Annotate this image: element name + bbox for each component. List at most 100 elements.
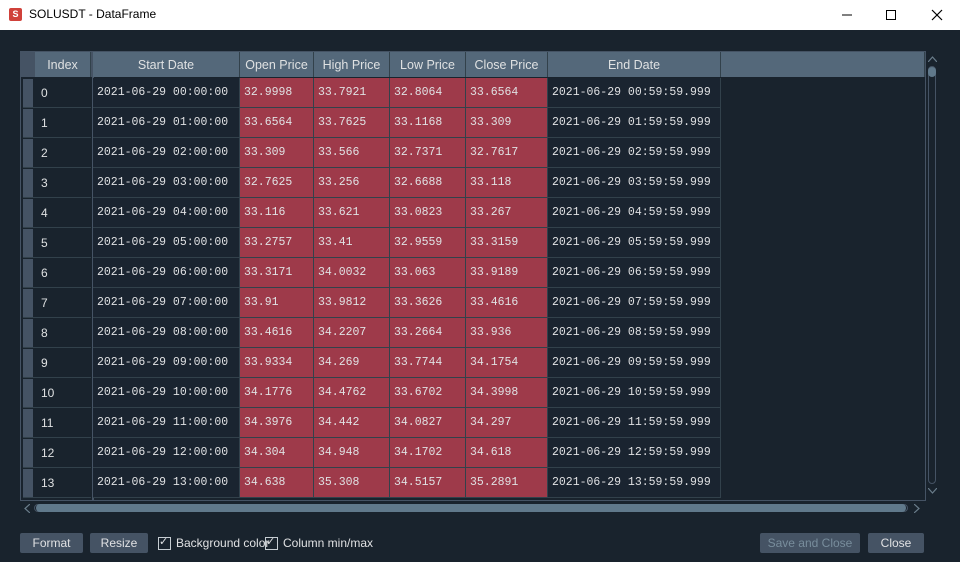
scroll-left-icon[interactable] — [24, 504, 30, 513]
vertical-scroll-track[interactable] — [928, 66, 936, 484]
table-cell[interactable]: 2021-06-29 07:59:59.999 — [548, 288, 721, 318]
row-handle[interactable] — [23, 139, 33, 167]
table-cell[interactable]: 2021-06-29 11:59:59.999 — [548, 408, 721, 438]
table-cell[interactable]: 33.267 — [466, 198, 548, 228]
table-cell[interactable]: 33.2757 — [240, 228, 314, 258]
horizontal-scroll-thumb[interactable] — [36, 504, 906, 512]
column-header[interactable]: Start Date — [93, 52, 240, 77]
table-cell[interactable]: 34.618 — [466, 438, 548, 468]
table-cell[interactable]: 32.8064 — [390, 78, 466, 108]
table-cell[interactable]: 34.269 — [314, 348, 390, 378]
horizontal-scrollbar[interactable] — [22, 501, 924, 515]
table-cell[interactable]: 2021-06-29 13:59:59.999 — [548, 468, 721, 498]
table-cell[interactable]: 34.2207 — [314, 318, 390, 348]
table-cell[interactable]: 34.442 — [314, 408, 390, 438]
table-cell[interactable]: 33.621 — [314, 198, 390, 228]
table-cell[interactable]: 2021-06-29 04:59:59.999 — [548, 198, 721, 228]
table-cell[interactable]: 33.3159 — [466, 228, 548, 258]
table-cell[interactable]: 2021-06-29 02:59:59.999 — [548, 138, 721, 168]
table-cell[interactable]: 33.7921 — [314, 78, 390, 108]
table-cell[interactable]: 2021-06-29 00:59:59.999 — [548, 78, 721, 108]
table-cell[interactable]: 34.3976 — [240, 408, 314, 438]
row-index[interactable]: 5 — [23, 228, 91, 258]
row-handle[interactable] — [23, 199, 33, 227]
row-handle[interactable] — [23, 439, 33, 467]
row-index[interactable]: 12 — [23, 438, 91, 468]
row-index[interactable]: 6 — [23, 258, 91, 288]
table-cell[interactable]: 34.304 — [240, 438, 314, 468]
format-button[interactable]: Format — [20, 533, 83, 553]
table-cell[interactable]: 34.0032 — [314, 258, 390, 288]
table-cell[interactable]: 34.1702 — [390, 438, 466, 468]
scroll-down-icon[interactable] — [928, 488, 937, 494]
table-cell[interactable]: 33.566 — [314, 138, 390, 168]
table-cell[interactable]: 33.118 — [466, 168, 548, 198]
row-handle[interactable] — [23, 229, 33, 257]
table-cell[interactable]: 34.4762 — [314, 378, 390, 408]
table-cell[interactable]: 33.063 — [390, 258, 466, 288]
row-handle[interactable] — [23, 319, 33, 347]
scroll-right-icon[interactable] — [914, 504, 920, 513]
row-index[interactable]: 9 — [23, 348, 91, 378]
table-cell[interactable]: 34.638 — [240, 468, 314, 498]
close-button[interactable]: Close — [868, 533, 924, 553]
table-cell[interactable]: 33.91 — [240, 288, 314, 318]
vertical-scroll-thumb[interactable] — [928, 67, 936, 77]
table-cell[interactable]: 33.3626 — [390, 288, 466, 318]
table-cell[interactable]: 34.1776 — [240, 378, 314, 408]
table-cell[interactable]: 2021-06-29 13:00:00 — [93, 468, 240, 498]
row-index[interactable]: 7 — [23, 288, 91, 318]
row-handle[interactable] — [23, 289, 33, 317]
table-cell[interactable]: 33.6702 — [390, 378, 466, 408]
close-window-button[interactable] — [914, 0, 960, 30]
row-handle[interactable] — [23, 79, 33, 107]
table-cell[interactable]: 33.7744 — [390, 348, 466, 378]
row-handle[interactable] — [23, 379, 33, 407]
table-cell[interactable]: 2021-06-29 05:00:00 — [93, 228, 240, 258]
row-handle[interactable] — [23, 169, 33, 197]
column-header[interactable]: Close Price — [466, 52, 548, 77]
table-cell[interactable]: 2021-06-29 12:00:00 — [93, 438, 240, 468]
table-cell[interactable]: 33.309 — [240, 138, 314, 168]
table-cell[interactable]: 2021-06-29 06:00:00 — [93, 258, 240, 288]
table-cell[interactable]: 33.1168 — [390, 108, 466, 138]
column-header[interactable]: End Date — [548, 52, 721, 77]
minimize-button[interactable] — [824, 0, 870, 30]
maximize-button[interactable] — [868, 0, 914, 30]
table-cell[interactable]: 34.1754 — [466, 348, 548, 378]
save-and-close-button[interactable]: Save and Close — [760, 533, 860, 553]
table-cell[interactable]: 34.297 — [466, 408, 548, 438]
table-cell[interactable]: 33.2664 — [390, 318, 466, 348]
row-handle[interactable] — [23, 409, 33, 437]
table-cell[interactable]: 33.6564 — [240, 108, 314, 138]
table-cell[interactable]: 32.7617 — [466, 138, 548, 168]
table-cell[interactable]: 33.309 — [466, 108, 548, 138]
table-cell[interactable]: 33.256 — [314, 168, 390, 198]
column-header[interactable]: Low Price — [390, 52, 466, 77]
table-cell[interactable]: 32.7625 — [240, 168, 314, 198]
background-color-checkbox[interactable]: Background color — [158, 535, 269, 550]
column-header[interactable]: High Price — [314, 52, 390, 77]
row-index[interactable]: 11 — [23, 408, 91, 438]
row-handle[interactable] — [23, 349, 33, 377]
row-index[interactable]: 4 — [23, 198, 91, 228]
row-index[interactable]: 13 — [23, 468, 91, 498]
row-index[interactable]: 10 — [23, 378, 91, 408]
table-cell[interactable]: 33.0823 — [390, 198, 466, 228]
table-cell[interactable]: 34.5157 — [390, 468, 466, 498]
table-cell[interactable]: 32.9559 — [390, 228, 466, 258]
table-cell[interactable]: 2021-06-29 03:59:59.999 — [548, 168, 721, 198]
row-index[interactable]: 8 — [23, 318, 91, 348]
table-cell[interactable]: 2021-06-29 07:00:00 — [93, 288, 240, 318]
column-header[interactable]: Open Price — [240, 52, 314, 77]
table-cell[interactable]: 33.116 — [240, 198, 314, 228]
table-cell[interactable]: 2021-06-29 06:59:59.999 — [548, 258, 721, 288]
table-cell[interactable]: 2021-06-29 10:59:59.999 — [548, 378, 721, 408]
row-index[interactable]: 3 — [23, 168, 91, 198]
table-cell[interactable]: 2021-06-29 09:00:00 — [93, 348, 240, 378]
row-index[interactable]: 1 — [23, 108, 91, 138]
resize-button[interactable]: Resize — [90, 533, 148, 553]
table-cell[interactable]: 33.7625 — [314, 108, 390, 138]
row-index[interactable]: 2 — [23, 138, 91, 168]
scroll-up-icon[interactable] — [928, 56, 937, 62]
